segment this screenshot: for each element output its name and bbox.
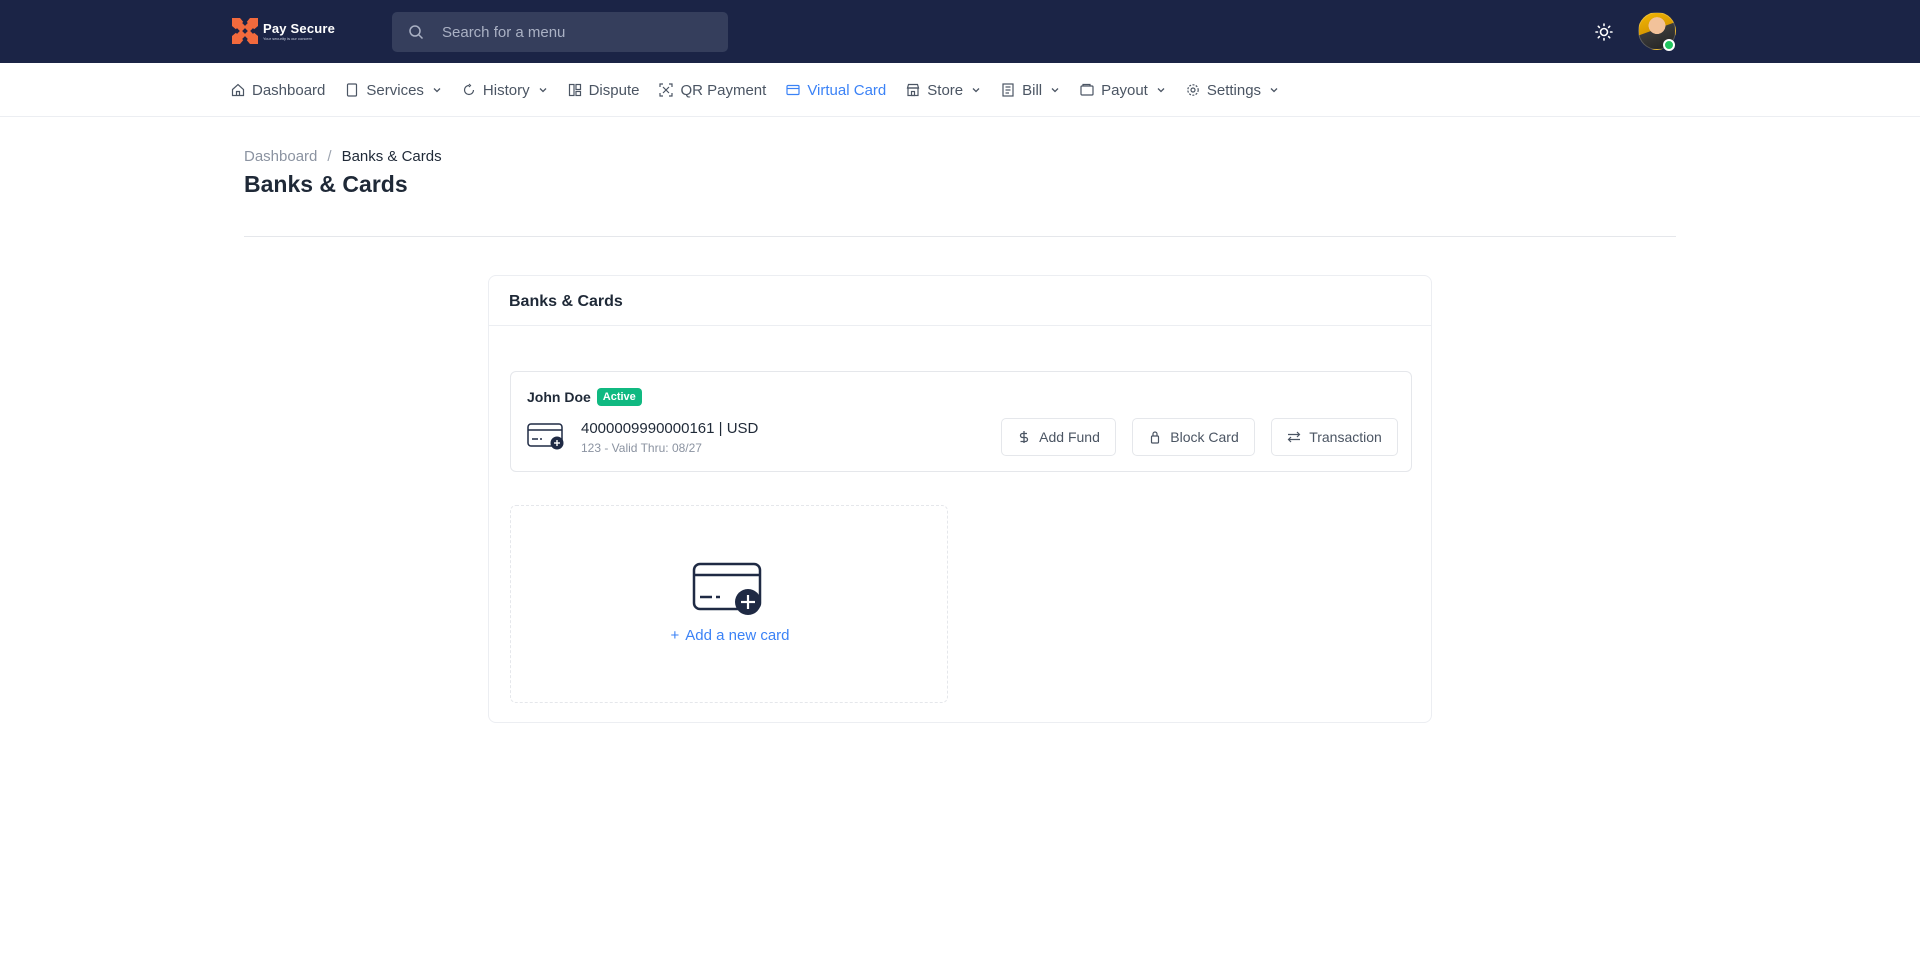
card-number: 4000009990000161 | USD	[581, 420, 759, 437]
plus-icon: +	[670, 627, 680, 644]
breadcrumb-dashboard-link[interactable]: Dashboard	[244, 148, 317, 165]
breadcrumb-current: Banks & Cards	[341, 148, 442, 165]
pay-secure-logo-icon	[232, 18, 258, 44]
add-new-card-link[interactable]: + Add a new card	[511, 627, 949, 644]
store-icon	[906, 83, 920, 97]
transaction-label: Transaction	[1309, 429, 1382, 445]
search-box	[392, 12, 728, 52]
panel-divider	[489, 325, 1431, 326]
transfer-arrows-icon	[1287, 431, 1301, 443]
nav-label: Bill	[1022, 81, 1043, 99]
search-input[interactable]	[442, 12, 712, 52]
page-title: Banks & Cards	[244, 171, 408, 197]
block-card-label: Block Card	[1170, 429, 1239, 445]
nav-item-payout[interactable]: Payout	[1080, 63, 1186, 117]
lock-icon	[1151, 431, 1160, 444]
qr-scan-icon	[659, 83, 674, 97]
chevron-down-icon	[1051, 88, 1059, 93]
nav-item-store[interactable]: Store	[906, 63, 1001, 117]
status-badge: Active	[596, 388, 642, 406]
add-new-card-tile[interactable]: + Add a new card	[510, 505, 948, 703]
brand-name: Pay Secure	[263, 20, 336, 36]
nav-item-settings[interactable]: Settings	[1186, 63, 1299, 117]
chevron-down-icon	[539, 88, 547, 93]
nav-item-dispute[interactable]: Dispute	[568, 63, 660, 117]
nav-label: Services	[366, 81, 424, 99]
card-holder-name: John Doe	[527, 389, 591, 405]
wallet-icon	[1080, 83, 1094, 96]
brand-tagline: Your security is our concern	[263, 35, 313, 41]
nav-label: Settings	[1206, 81, 1262, 99]
refresh-icon	[463, 83, 475, 96]
nav-item-qr-payment[interactable]: QR Payment	[659, 63, 786, 117]
add-card-icon	[692, 562, 762, 615]
block-card-button[interactable]: Block Card	[1132, 418, 1255, 456]
receipt-icon	[1002, 83, 1014, 97]
transaction-button[interactable]: Transaction	[1271, 418, 1398, 456]
add-new-card-label: Add a new card	[685, 627, 790, 644]
brand-logo[interactable]: Pay Secure Your security is our concern	[232, 18, 335, 44]
credit-card-add-icon	[527, 423, 564, 450]
banks-cards-panel: Banks & Cards John Doe Active 4000009990…	[488, 275, 1432, 723]
nav-label: Dispute	[588, 81, 640, 99]
add-fund-label: Add Fund	[1039, 429, 1100, 445]
breadcrumb-separator: /	[327, 148, 332, 165]
document-icon	[347, 83, 358, 97]
chevron-down-icon	[1157, 88, 1165, 93]
virtual-card-item: John Doe Active 4000009990000161 | USD 1…	[510, 371, 1412, 472]
add-fund-button[interactable]: Add Fund	[1001, 418, 1116, 456]
header-divider	[244, 236, 1676, 237]
columns-icon	[568, 83, 581, 97]
top-bar: Pay Secure Your security is our concern	[0, 0, 1920, 63]
nav-label: Virtual Card	[807, 81, 887, 99]
dollar-icon	[1020, 431, 1029, 443]
nav-item-bill[interactable]: Bill	[1001, 63, 1080, 117]
nav-item-virtual-card[interactable]: Virtual Card	[786, 63, 906, 117]
home-icon	[231, 83, 245, 97]
credit-card-icon	[786, 84, 800, 96]
search-icon	[409, 25, 424, 40]
chevron-down-icon	[433, 88, 441, 93]
nav-label: Dashboard	[252, 81, 326, 99]
breadcrumb: Dashboard / Banks & Cards	[244, 148, 442, 165]
nav-label: Store	[927, 81, 964, 99]
nav-label: History	[482, 81, 530, 99]
nav-item-dashboard[interactable]: Dashboard	[231, 63, 345, 117]
card-meta: 123 - Valid Thru: 08/27	[581, 441, 702, 455]
nav-label: QR Payment	[680, 81, 767, 99]
panel-title: Banks & Cards	[509, 293, 623, 310]
nav-item-services[interactable]: Services	[345, 63, 462, 117]
nav-label: Payout	[1101, 81, 1148, 99]
chevron-down-icon	[1270, 88, 1278, 93]
sun-icon[interactable]	[1594, 22, 1614, 42]
main-nav: Dashboard Services History Dispute QR Pa…	[0, 63, 1920, 117]
nav-item-history[interactable]: History	[462, 63, 568, 117]
chevron-down-icon	[972, 88, 980, 93]
online-status-dot	[1663, 39, 1675, 51]
gear-icon	[1187, 84, 1199, 96]
